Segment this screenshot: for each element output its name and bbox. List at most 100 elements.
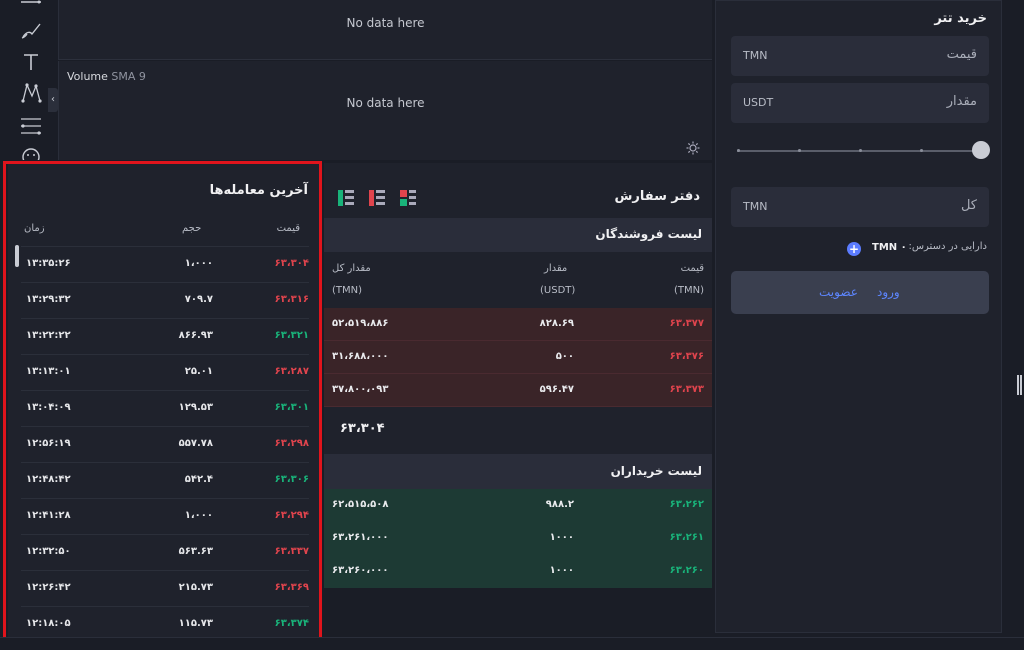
trade-time: ۱۲:۴۸:۴۲: [26, 474, 71, 485]
bid-price: ۶۳،۲۶۲: [669, 499, 704, 510]
ask-amount: ۵۹۶.۴۷: [539, 384, 574, 395]
scrollbar-thumb[interactable]: [15, 245, 19, 267]
brush-icon[interactable]: [20, 20, 42, 42]
col-header-time: زمان: [24, 223, 45, 234]
ask-row[interactable]: ۳۱،۶۸۸،۰۰۰ ۵۰۰ ۶۳،۳۷۶: [324, 341, 712, 374]
toolbar-collapse-toggle[interactable]: ‹: [48, 88, 58, 112]
ask-price: ۶۳،۳۷۷: [669, 318, 704, 329]
trade-time: ۱۳:۱۳:۰۱: [26, 366, 71, 377]
trade-volume: ۵۵۷.۷۸: [178, 438, 213, 449]
trade-row: ۱۳:۳۵:۲۶ ۱،۰۰۰ ۶۳،۳۰۴: [21, 246, 309, 282]
emoji-icon[interactable]: [20, 146, 42, 160]
trade-price: ۶۳،۳۳۷: [274, 546, 309, 557]
bid-row[interactable]: ۶۳،۲۶۱،۰۰۰ ۱۰۰۰ ۶۳،۲۶۱: [324, 522, 712, 555]
bid-amount: ۱۰۰۰: [549, 532, 574, 543]
trade-volume: ۲۱۵.۷۳: [178, 582, 213, 593]
bid-price: ۶۳،۲۶۰: [669, 565, 704, 576]
bid-total: ۶۲،۵۱۵،۵۰۸: [332, 499, 389, 510]
amount-slider-thumb[interactable]: [972, 141, 990, 159]
bids-title: لیست خریداران: [610, 464, 702, 478]
total-unit: TMN: [743, 200, 768, 213]
trade-time: ۱۲:۳۲:۵۰: [26, 546, 71, 557]
price-unit: TMN: [743, 49, 768, 62]
price-placeholder: قیمت: [946, 47, 977, 62]
recent-trades-title: آخرین معامله‌ها: [209, 183, 308, 198]
ask-row[interactable]: ۳۷،۸۰۰،۰۹۳ ۵۹۶.۴۷ ۶۳،۳۷۳: [324, 374, 712, 407]
order-book-title: دفتر سفارش: [614, 189, 700, 204]
panel-resize-handle[interactable]: [1017, 375, 1022, 395]
book-header-total-unit: (TMN): [332, 285, 363, 296]
bid-amount: ۱۰۰۰: [549, 565, 574, 576]
col-header-price: قیمت: [276, 223, 300, 234]
line-tool-icon[interactable]: [20, 0, 42, 16]
price-field[interactable]: TMN قیمت: [731, 36, 989, 76]
trade-row: ۱۲:۲۶:۴۲ ۲۱۵.۷۳ ۶۳،۳۶۹: [21, 570, 309, 606]
asks-title: لیست فروشندگان: [595, 227, 702, 241]
book-header-price: قیمت: [680, 263, 704, 274]
chart-pane-volume[interactable]: Volume SMA 9 No data here: [58, 61, 712, 160]
amount-placeholder: مقدار: [946, 94, 977, 109]
trade-volume: ۱،۰۰۰: [184, 258, 213, 269]
amount-slider-track[interactable]: [737, 149, 983, 152]
login-link[interactable]: ورود: [877, 285, 900, 299]
trade-row: ۱۲:۳۲:۵۰ ۵۶۳.۶۳ ۶۳،۳۳۷: [21, 534, 309, 570]
trade-price: ۶۳،۳۷۴: [274, 618, 309, 629]
amount-field[interactable]: USDT مقدار: [731, 83, 989, 123]
trade-row: ۱۲:۵۶:۱۹ ۵۵۷.۷۸ ۶۳،۲۹۸: [21, 426, 309, 462]
trade-time: ۱۳:۳۵:۲۶: [26, 258, 71, 269]
pattern-icon[interactable]: [20, 82, 42, 104]
book-header-total: مقدار کل: [332, 263, 371, 274]
chart-pane-main[interactable]: No data here: [58, 0, 712, 60]
trade-time: ۱۲:۲۶:۴۲: [26, 582, 71, 593]
book-header-amount: مقدار: [544, 263, 568, 274]
trade-time: ۱۳:۰۴:۰۹: [26, 402, 71, 413]
trade-price: ۶۳،۳۶۹: [274, 582, 309, 593]
view-both-icon[interactable]: [338, 190, 354, 206]
available-balance-label: دارایی در دسترس:: [908, 241, 987, 252]
trade-volume: ۱۱۵.۷۳: [178, 618, 213, 629]
pane1-empty-message: No data here: [346, 16, 425, 30]
bid-total: ۶۳،۲۶۱،۰۰۰: [332, 532, 389, 543]
total-placeholder: کل: [960, 198, 977, 213]
trade-price: ۶۳،۲۹۸: [274, 438, 309, 449]
pane2-empty-message: No data here: [346, 96, 425, 110]
col-header-volume: حجم: [182, 223, 202, 234]
trade-row: ۱۲:۴۸:۴۲ ۵۴۲.۴ ۶۳،۳۰۶: [21, 462, 309, 498]
text-icon[interactable]: [20, 51, 42, 73]
bid-amount: ۹۸۸.۲: [545, 499, 574, 510]
ask-amount: ۸۲۸.۶۹: [539, 318, 574, 329]
amount-unit: USDT: [743, 96, 774, 109]
trade-row: ۱۳:۰۴:۰۹ ۱۲۹.۵۳ ۶۳،۳۰۱: [21, 390, 309, 426]
trade-volume: ۵۶۳.۶۳: [178, 546, 213, 557]
buy-tether-panel: خرید تتر TMN قیمت USDT مقدار TMN کل دارا…: [715, 0, 1002, 633]
fib-icon[interactable]: [20, 115, 42, 137]
trade-row: ۱۲:۴۱:۲۸ ۱،۰۰۰ ۶۳،۲۹۴: [21, 498, 309, 534]
view-bids-icon[interactable]: [400, 190, 416, 206]
last-price: ۶۳،۳۰۴: [340, 421, 385, 436]
total-field[interactable]: TMN کل: [731, 187, 989, 227]
trade-price: ۶۳،۲۹۴: [274, 510, 309, 521]
order-book-panel: دفتر سفارش لیست فروشندگان قیمت (TMN) مقد…: [324, 163, 712, 588]
bid-price: ۶۳،۲۶۱: [669, 532, 704, 543]
register-link[interactable]: عضویت: [819, 285, 858, 299]
trade-time: ۱۳:۲۹:۳۲: [26, 294, 71, 305]
trade-volume: ۱۲۹.۵۳: [178, 402, 213, 413]
trade-price: ۶۳،۳۲۱: [274, 330, 309, 341]
ask-row[interactable]: ۵۲،۵۱۹،۸۸۶ ۸۲۸.۶۹ ۶۳،۳۷۷: [324, 308, 712, 341]
volume-indicator-label: Volume SMA 9: [67, 70, 146, 83]
ask-price: ۶۳،۳۷۶: [669, 351, 704, 362]
trade-volume: ۷۰۹.۷: [184, 294, 213, 305]
settings-icon[interactable]: [686, 140, 700, 155]
trade-price: ۶۳،۳۰۴: [274, 258, 309, 269]
add-funds-icon[interactable]: +: [847, 242, 861, 256]
login-register-button[interactable]: عضویت ورود: [731, 271, 989, 314]
view-asks-icon[interactable]: [369, 190, 385, 206]
trade-price: ۶۳،۳۰۱: [274, 402, 309, 413]
drawing-toolbar: ‹: [0, 0, 58, 160]
trade-row: ۱۳:۲۲:۲۲ ۸۶۶.۹۳ ۶۳،۳۲۱: [21, 318, 309, 354]
bid-total: ۶۳،۲۶۰،۰۰۰: [332, 565, 389, 576]
bid-row[interactable]: ۶۳،۲۶۰،۰۰۰ ۱۰۰۰ ۶۳،۲۶۰: [324, 555, 712, 588]
bid-row[interactable]: ۶۲،۵۱۵،۵۰۸ ۹۸۸.۲ ۶۳،۲۶۲: [324, 489, 712, 522]
trade-price: ۶۳،۲۸۷: [274, 366, 309, 377]
ask-total: ۵۲،۵۱۹،۸۸۶: [332, 318, 389, 329]
